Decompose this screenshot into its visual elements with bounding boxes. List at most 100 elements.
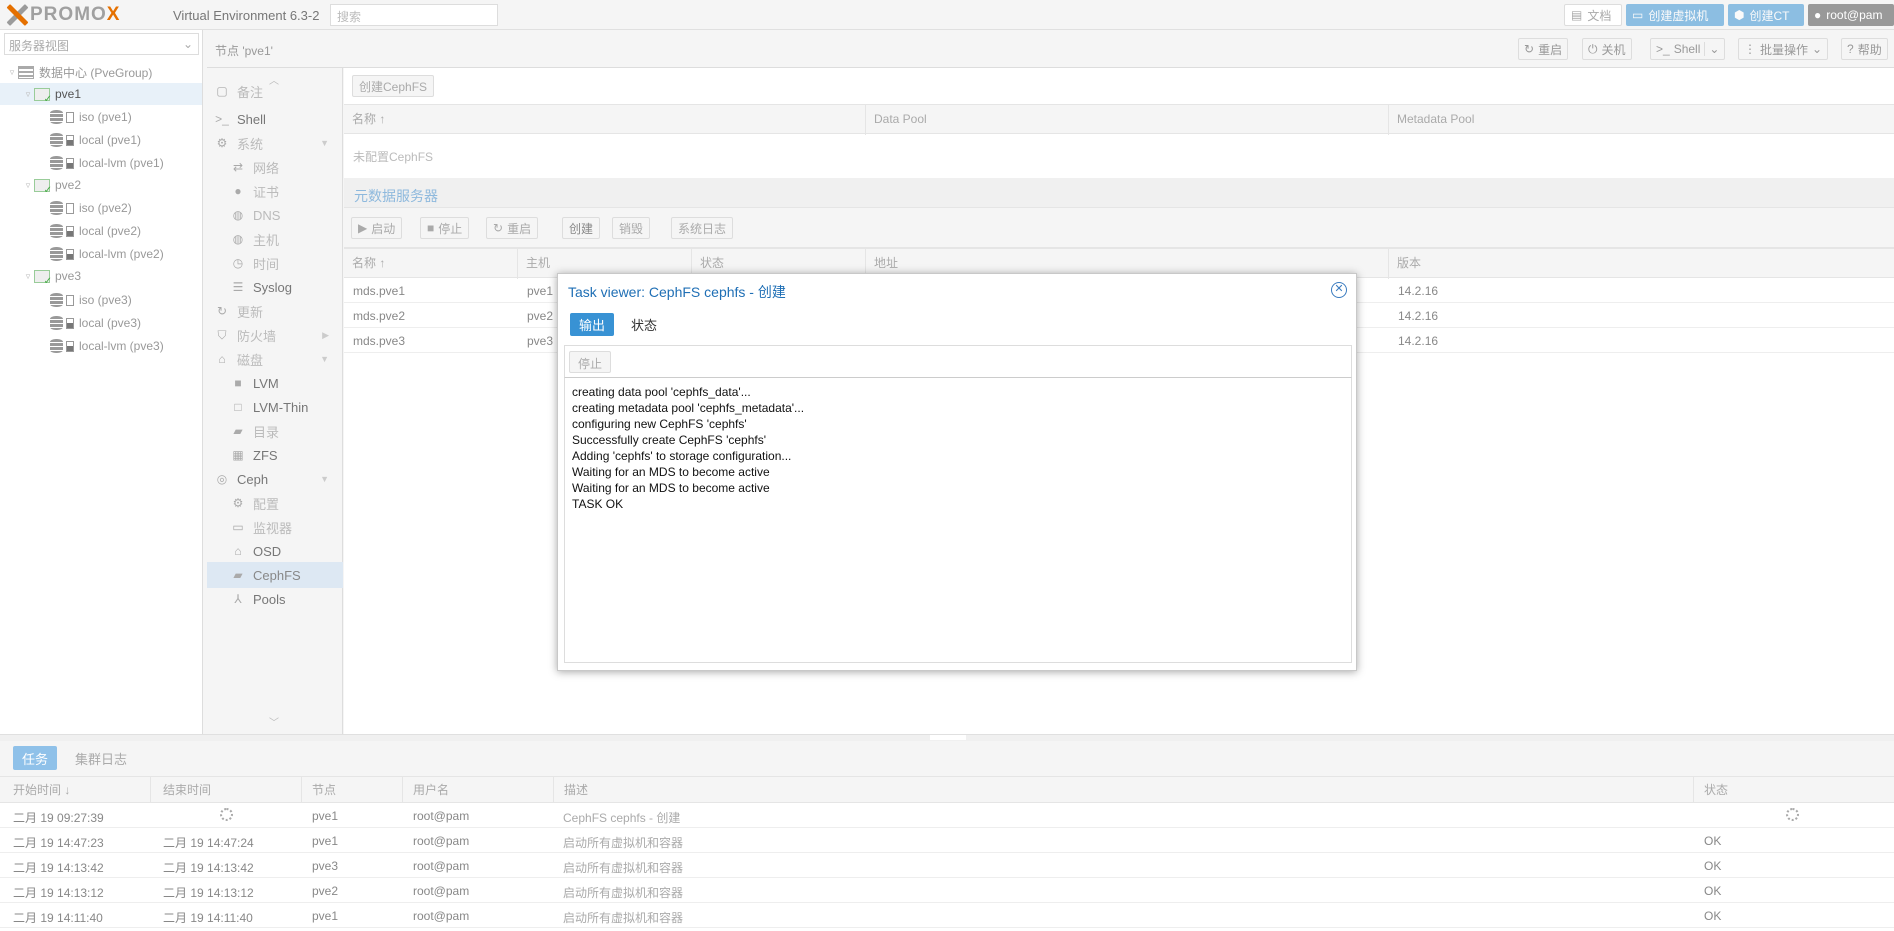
task-row[interactable]: 二月 19 14:11:40 二月 19 14:11:40 pve1 root@… bbox=[0, 903, 1894, 928]
nav-directory[interactable]: ▰ 目录 bbox=[207, 418, 343, 444]
tree-node-pve3[interactable]: ▿ pve3 bbox=[0, 265, 202, 287]
nav-ceph-monitor[interactable]: ▭ 监视器 bbox=[207, 514, 343, 540]
storage-icon bbox=[50, 247, 63, 261]
tree-datacenter[interactable]: ▿ 数据中心 (PveGroup) bbox=[0, 61, 202, 83]
scroll-down-icon[interactable]: ﹀ bbox=[269, 714, 279, 729]
create-cephfs-button[interactable]: 创建CephFS bbox=[352, 75, 435, 97]
stop-task-button[interactable]: 停止 bbox=[569, 351, 612, 373]
close-icon[interactable]: ✕ bbox=[1331, 282, 1347, 298]
nav-ceph-config[interactable]: ⚙ 配置 bbox=[207, 490, 343, 516]
task-row[interactable]: 二月 19 14:47:23 二月 19 14:47:24 pve1 root@… bbox=[0, 828, 1894, 853]
storage-icon bbox=[50, 293, 63, 307]
nav-ceph[interactable]: ◎ Ceph ▼ bbox=[207, 466, 343, 492]
collapse-icon[interactable]: ▿ bbox=[22, 89, 34, 100]
nav-network[interactable]: ⇄ 网络 bbox=[207, 154, 343, 180]
tree-storage-local-pve2[interactable]: local (pve2) bbox=[0, 220, 202, 242]
nav-zfs[interactable]: ▦ ZFS bbox=[207, 442, 343, 468]
mds-create-button[interactable]: 创建 bbox=[562, 217, 601, 239]
mds-syslog-button[interactable]: 系统日志 bbox=[671, 217, 734, 239]
proxmox-logo[interactable]: PROMOX bbox=[6, 4, 120, 26]
tree-storage-local-lvm-pve3[interactable]: local-lvm (pve3) bbox=[0, 335, 202, 357]
tab-cluster-log[interactable]: 集群日志 bbox=[66, 746, 136, 770]
col-mds-version[interactable]: 版本 bbox=[1389, 249, 1894, 279]
cephfs-grid-header: 名称 ↑ Data Pool Metadata Pool bbox=[344, 104, 1894, 135]
file-icon bbox=[66, 317, 74, 329]
col-data-pool[interactable]: Data Pool bbox=[866, 105, 1389, 135]
product-version: Virtual Environment 6.3-2 bbox=[173, 8, 320, 23]
nav-dns[interactable]: ◍ DNS bbox=[207, 202, 343, 228]
col-name[interactable]: 名称 ↑ bbox=[344, 105, 866, 135]
nav-time[interactable]: ◷ 时间 bbox=[207, 250, 343, 276]
tab-tasks[interactable]: 任务 bbox=[13, 746, 58, 770]
nav-hosts[interactable]: ◍ 主机 bbox=[207, 226, 343, 252]
collapse-icon[interactable]: ▿ bbox=[6, 67, 18, 78]
nav-certificates[interactable]: ● 证书 bbox=[207, 178, 343, 204]
col-start-time[interactable]: 开始时间 ↓ bbox=[0, 777, 151, 803]
file-icon bbox=[66, 248, 74, 260]
cube-icon: ⬢ bbox=[1734, 8, 1745, 22]
mds-start-button[interactable]: ▶ 启动 bbox=[351, 217, 403, 239]
task-row[interactable]: 二月 19 09:27:39 pve1 root@pam CephFS ceph… bbox=[0, 803, 1894, 828]
col-description[interactable]: 描述 bbox=[554, 777, 1694, 803]
col-mds-name[interactable]: 名称 ↑ bbox=[344, 249, 518, 279]
tree-storage-iso-pve2[interactable]: iso (pve2) bbox=[0, 197, 202, 219]
nav-ceph-cephfs[interactable]: ▰ CephFS bbox=[207, 562, 343, 588]
collapse-icon[interactable]: ▿ bbox=[22, 271, 34, 282]
nav-lvm[interactable]: ■ LVM bbox=[207, 370, 343, 396]
col-node[interactable]: 节点 bbox=[302, 777, 403, 803]
tree-storage-iso-pve3[interactable]: iso (pve3) bbox=[0, 289, 202, 311]
view-selector[interactable]: 服务器视图 ⌄ bbox=[4, 33, 199, 55]
nav-disks[interactable]: ⌂ 磁盘 ▼ bbox=[207, 346, 343, 372]
node-online-icon bbox=[34, 269, 52, 287]
log-line: Waiting for an MDS to become active bbox=[572, 465, 770, 479]
mds-stop-button[interactable]: ■ 停止 bbox=[420, 217, 470, 239]
tree-storage-iso-pve1[interactable]: iso (pve1) bbox=[0, 106, 202, 128]
col-status[interactable]: 状态 bbox=[1694, 777, 1894, 803]
tree-node-pve1[interactable]: ▿ pve1 bbox=[0, 83, 202, 105]
tree-storage-local-lvm-pve1[interactable]: local-lvm (pve1) bbox=[0, 152, 202, 174]
nav-ceph-pools[interactable]: ⅄ Pools bbox=[207, 586, 343, 612]
splitter-handle[interactable] bbox=[930, 735, 966, 740]
nav-ceph-osd[interactable]: ⌂ OSD bbox=[207, 538, 343, 564]
task-grid-header: 开始时间 ↓ 结束时间 节点 用户名 描述 状态 bbox=[0, 776, 1894, 803]
nav-lvm-thin[interactable]: □ LVM-Thin bbox=[207, 394, 343, 420]
col-end-time[interactable]: 结束时间 bbox=[151, 777, 302, 803]
collapse-icon[interactable]: ▿ bbox=[22, 180, 34, 191]
nav-system[interactable]: ⚙ 系统 ▼ bbox=[207, 130, 343, 156]
dialog-toolbar: 停止 bbox=[564, 345, 1352, 378]
task-row[interactable]: 二月 19 14:13:12 二月 19 14:13:12 pve2 root@… bbox=[0, 878, 1894, 903]
nav-syslog[interactable]: ☰ Syslog bbox=[207, 274, 343, 300]
docs-button[interactable]: ▤ 文档 bbox=[1564, 4, 1622, 26]
reboot-button[interactable]: ↻ 重启 bbox=[1518, 38, 1569, 60]
help-button[interactable]: ? 帮助 bbox=[1841, 38, 1888, 60]
shutdown-button[interactable]: ⏻ 关机 bbox=[1582, 38, 1632, 60]
refresh-icon: ↻ bbox=[1524, 42, 1535, 56]
chevron-down-icon: ⌄ bbox=[182, 37, 193, 51]
nav-shell[interactable]: >_ Shell bbox=[207, 106, 343, 132]
create-vm-button[interactable]: ▭ 创建虚拟机 bbox=[1626, 4, 1724, 26]
loading-spinner-icon bbox=[220, 808, 233, 821]
tree-storage-local-lvm-pve2[interactable]: local-lvm (pve2) bbox=[0, 243, 202, 265]
panel-splitter[interactable] bbox=[0, 734, 1894, 741]
nav-updates[interactable]: ↻ 更新 bbox=[207, 298, 343, 324]
file-icon bbox=[66, 111, 74, 123]
nav-notes[interactable]: ▢ 备注 bbox=[207, 78, 343, 104]
task-row[interactable]: 二月 19 14:13:42 二月 19 14:13:42 pve3 root@… bbox=[0, 853, 1894, 878]
mds-destroy-button[interactable]: 销毁 bbox=[612, 217, 651, 239]
mds-restart-button[interactable]: ↻ 重启 bbox=[486, 217, 539, 239]
search-input[interactable]: 搜索 bbox=[330, 4, 498, 26]
tab-output[interactable]: 输出 bbox=[570, 313, 615, 336]
tree-storage-local-pve1[interactable]: local (pve1) bbox=[0, 129, 202, 151]
bulk-actions-button[interactable]: ⋮ 批量操作 ⌄ bbox=[1738, 38, 1829, 60]
tree-node-pve2[interactable]: ▿ pve2 bbox=[0, 174, 202, 196]
col-user[interactable]: 用户名 bbox=[403, 777, 554, 803]
task-output-log[interactable]: creating data pool 'cephfs_data'... crea… bbox=[564, 378, 1352, 663]
nav-firewall[interactable]: ⛉ 防火墙 ▶ bbox=[207, 322, 343, 348]
shell-button[interactable]: >_ Shell ⌄ bbox=[1650, 38, 1726, 60]
create-ct-button[interactable]: ⬢ 创建CT bbox=[1728, 4, 1804, 26]
bottom-tabs: 任务 集群日志 bbox=[0, 741, 1894, 776]
tree-storage-local-pve3[interactable]: local (pve3) bbox=[0, 312, 202, 334]
tab-status[interactable]: 状态 bbox=[622, 313, 666, 336]
col-metadata-pool[interactable]: Metadata Pool bbox=[1389, 105, 1894, 135]
user-menu-button[interactable]: ● root@pam bbox=[1808, 4, 1894, 26]
